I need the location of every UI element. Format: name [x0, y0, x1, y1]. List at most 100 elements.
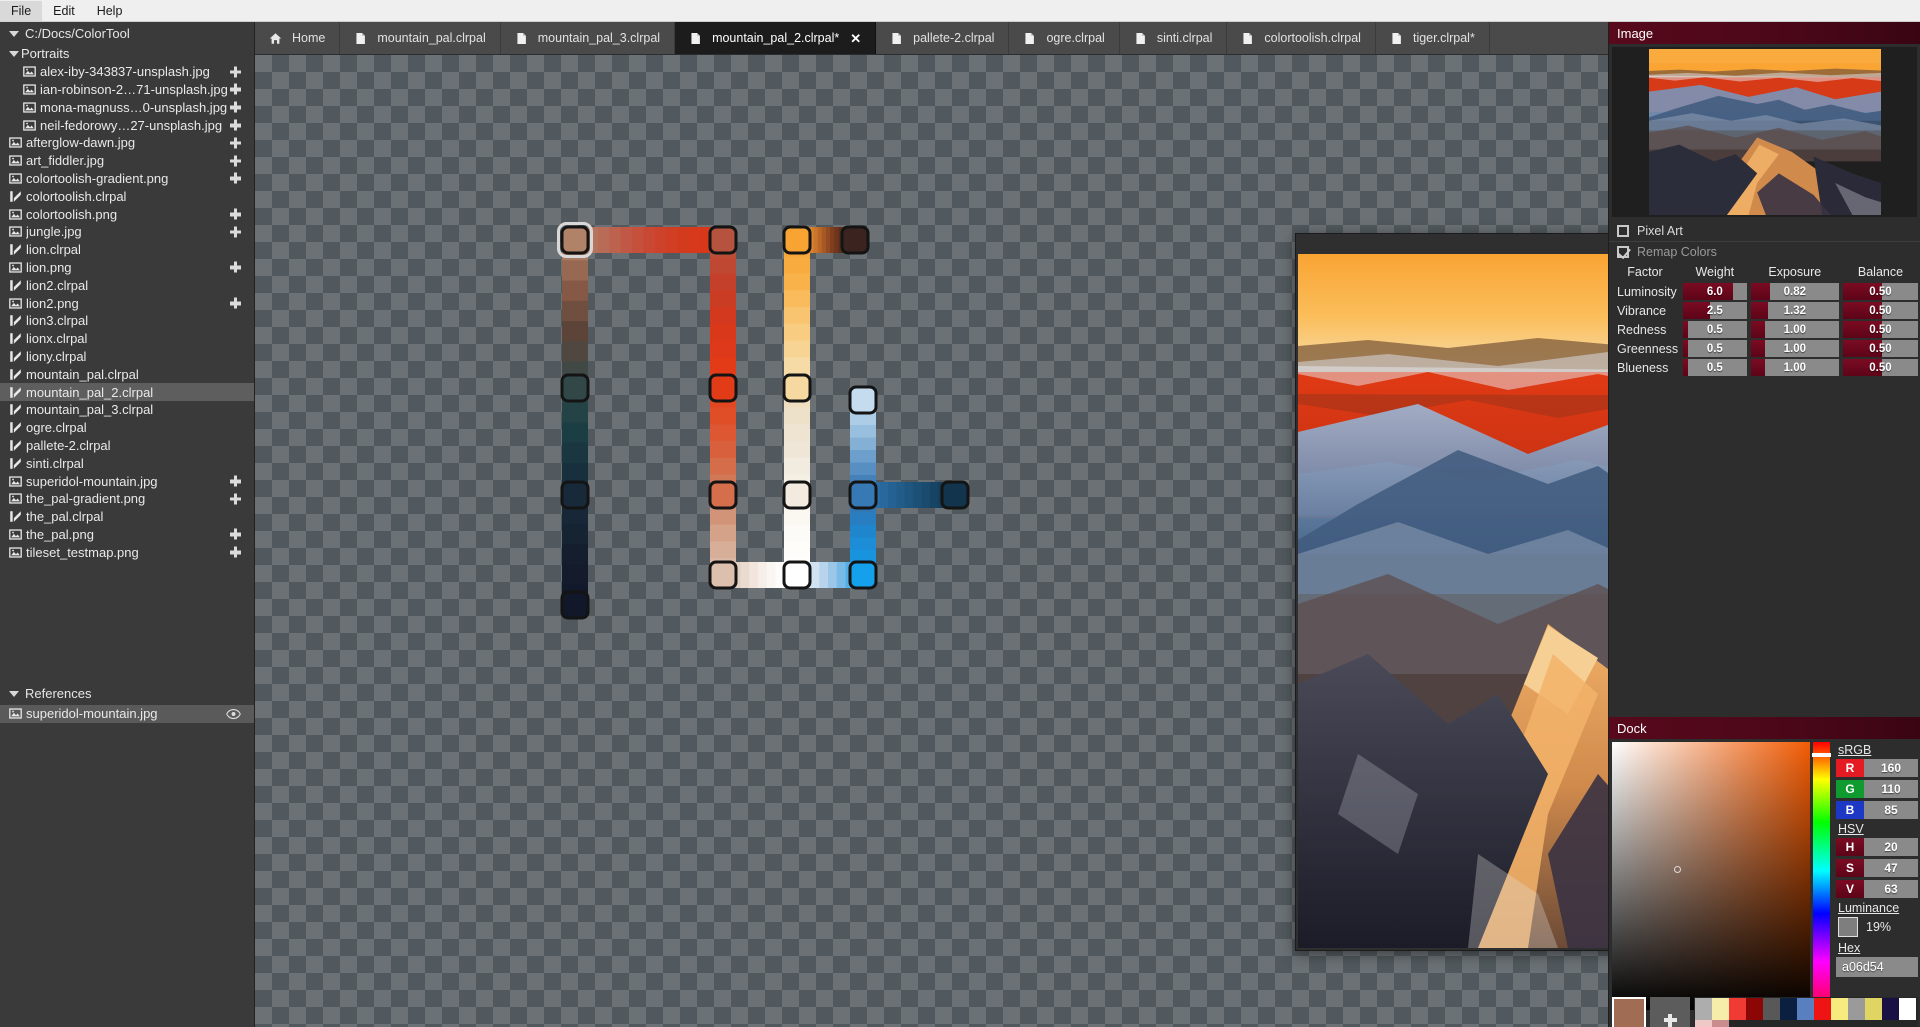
tree-item-file-20[interactable]: the_pal-gradient.png [0, 490, 254, 508]
ramp-fills[interactable] [562, 227, 956, 606]
tree-item-portrait-0[interactable]: alex-iby-343837-unsplash.jpg [0, 63, 254, 81]
hex-value[interactable]: a06d54 [1836, 957, 1918, 977]
tab-6[interactable]: sinti.clrpal [1119, 22, 1228, 54]
swatch-3[interactable] [1746, 998, 1763, 1020]
add-icon[interactable] [230, 528, 241, 540]
tree-item-file-19[interactable]: superidol-mountain.jpg [0, 472, 254, 490]
b-value[interactable]: 85 [1864, 801, 1918, 819]
v-field-row[interactable]: V 63 [1836, 880, 1918, 898]
tree-item-file-0[interactable]: afterglow-dawn.jpg [0, 134, 254, 152]
add-swatch-button[interactable] [1650, 997, 1690, 1027]
palette-node[interactable] [848, 480, 878, 510]
tab-3[interactable]: mountain_pal_2.clrpal* ✕ [675, 22, 877, 54]
hue-cursor[interactable] [1812, 753, 1831, 757]
swatch-9[interactable] [1848, 998, 1865, 1020]
tree-item-file-11[interactable]: lionx.clrpal [0, 330, 254, 348]
add-icon[interactable] [230, 83, 241, 95]
palette-node[interactable] [782, 373, 812, 403]
swatch-6[interactable] [1797, 998, 1814, 1020]
tree-item-file-7[interactable]: lion.png [0, 259, 254, 277]
menu-edit[interactable]: Edit [42, 1, 86, 21]
exposure-1-slider[interactable]: 1.32 [1750, 302, 1839, 319]
tree-item-file-9[interactable]: lion2.png [0, 294, 254, 312]
tree-item-file-13[interactable]: mountain_pal.clrpal [0, 365, 254, 383]
weight-2-slider[interactable]: 0.5 [1683, 321, 1747, 338]
swatch-11[interactable] [1882, 998, 1899, 1020]
swatch-13[interactable] [1695, 1020, 1712, 1027]
saturation-value-picker[interactable] [1612, 742, 1810, 1010]
tab-0[interactable]: Home [255, 22, 341, 54]
b-field-row[interactable]: B 85 [1836, 801, 1918, 819]
palette-node[interactable] [782, 480, 812, 510]
swatch-5[interactable] [1780, 998, 1797, 1020]
tree-item-file-6[interactable]: lion.clrpal [0, 241, 254, 259]
tree-item-file-12[interactable]: liony.clrpal [0, 348, 254, 366]
tab-5[interactable]: ogre.clrpal [1009, 22, 1120, 54]
palette-node[interactable] [708, 225, 738, 255]
swatch-7[interactable] [1814, 998, 1831, 1020]
tree-item-file-18[interactable]: sinti.clrpal [0, 454, 254, 472]
add-icon[interactable] [230, 155, 241, 167]
weight-4-slider[interactable]: 0.5 [1683, 359, 1747, 376]
exposure-4-slider[interactable]: 1.00 [1750, 359, 1839, 376]
image-viewer-window[interactable] [1295, 233, 1608, 951]
swatch-14[interactable] [1712, 1020, 1729, 1027]
tree-item-file-5[interactable]: jungle.jpg [0, 223, 254, 241]
swatch-1[interactable] [1712, 998, 1729, 1020]
ramp-nodes[interactable] [557, 222, 970, 620]
add-icon[interactable] [230, 297, 241, 309]
palette-node[interactable] [560, 480, 590, 510]
s-value[interactable]: 47 [1864, 859, 1918, 877]
tree-item-portrait-3[interactable]: neil-fedorowy…27-unsplash.jpg [0, 116, 254, 134]
swatch-4[interactable] [1763, 998, 1780, 1020]
tree-item-file-21[interactable]: the_pal.clrpal [0, 508, 254, 526]
tree-group-portraits[interactable]: Portraits [0, 45, 254, 63]
exposure-3-slider[interactable]: 1.00 [1750, 340, 1839, 357]
weight-1-slider[interactable]: 2.5 [1683, 302, 1747, 319]
current-color-swatch[interactable] [1612, 997, 1646, 1027]
palette-node[interactable] [848, 560, 878, 590]
swatch-12[interactable] [1899, 998, 1916, 1020]
h-field-row[interactable]: H 20 [1836, 838, 1918, 856]
menu-help[interactable]: Help [86, 1, 134, 21]
tree-item-file-17[interactable]: pallete-2.clrpal [0, 437, 254, 455]
s-field-row[interactable]: S 47 [1836, 859, 1918, 877]
add-icon[interactable] [230, 137, 241, 149]
balance-3-slider[interactable]: 0.50 [1842, 340, 1918, 357]
h-value[interactable]: 20 [1864, 838, 1918, 856]
palette-node[interactable] [840, 225, 870, 255]
reference-item-0[interactable]: superidol-mountain.jpg [0, 705, 254, 723]
tree-item-portrait-2[interactable]: mona-magnuss…0-unsplash.jpg [0, 98, 254, 116]
weight-3-slider[interactable]: 0.5 [1683, 340, 1747, 357]
v-value[interactable]: 63 [1864, 880, 1918, 898]
references-header[interactable]: References [0, 682, 254, 705]
palette-node[interactable] [560, 590, 590, 620]
menu-file[interactable]: File [0, 0, 43, 21]
palette-node[interactable] [557, 222, 593, 258]
tree-item-file-16[interactable]: ogre.clrpal [0, 419, 254, 437]
add-icon[interactable] [230, 546, 241, 558]
pixel-art-checkbox[interactable] [1617, 224, 1629, 237]
add-icon[interactable] [230, 66, 241, 78]
balance-1-slider[interactable]: 0.50 [1842, 302, 1918, 319]
hue-slider[interactable] [1812, 742, 1831, 1010]
r-field-row[interactable]: R 160 [1836, 759, 1918, 777]
remap-colors-checkbox-row[interactable]: Remap Colors [1609, 241, 1920, 262]
tab-close-icon[interactable]: ✕ [850, 32, 861, 45]
tab-7[interactable]: colortoolish.clrpal [1227, 22, 1376, 54]
tab-8[interactable]: tiger.clrpal* [1375, 22, 1490, 54]
tree-item-portrait-1[interactable]: ian-robinson-2…71-unsplash.jpg [0, 81, 254, 99]
palette-node[interactable] [848, 385, 878, 415]
palette-swatch-list[interactable] [1694, 997, 1918, 1027]
weight-0-slider[interactable]: 6.0 [1683, 283, 1747, 300]
palette-node[interactable] [560, 373, 590, 403]
swatch-10[interactable] [1865, 998, 1882, 1020]
add-icon[interactable] [230, 172, 241, 184]
g-value[interactable]: 110 [1864, 780, 1918, 798]
swatch-0[interactable] [1695, 998, 1712, 1020]
tree-item-file-2[interactable]: colortoolish-gradient.png [0, 170, 254, 188]
add-icon[interactable] [230, 119, 241, 131]
tree-item-file-14[interactable]: mountain_pal_2.clrpal [0, 383, 254, 401]
tab-1[interactable]: mountain_pal.clrpal [340, 22, 501, 54]
palette-node[interactable] [940, 480, 970, 510]
